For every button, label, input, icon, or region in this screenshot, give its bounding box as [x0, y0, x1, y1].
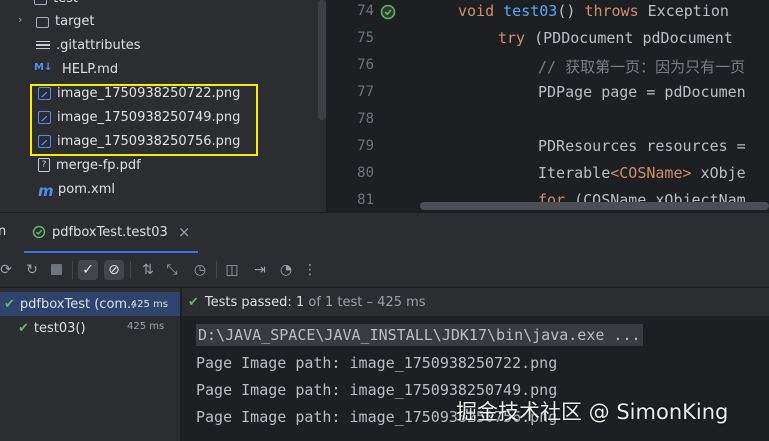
close-icon[interactable]: × [178, 223, 191, 241]
line-number: 75 [357, 30, 374, 46]
rerun-icon[interactable]: ⟳ [0, 260, 16, 280]
tree-item-label: HELP.md [62, 61, 119, 77]
test-node-test03[interactable]: ✔ test03() [18, 316, 86, 340]
stop-icon[interactable] [46, 260, 66, 280]
test-results-tree: ✔ pdfboxTest (com.: 425 ms ✔ test03() 42… [0, 288, 180, 441]
test-node-label: test03() [33, 320, 86, 336]
tree-scrollbar[interactable] [318, 0, 326, 120]
tree-item-help-md[interactable]: M↓ HELP.md [34, 57, 118, 81]
status-count: 1 [291, 294, 309, 310]
run-gutter-icon[interactable] [380, 4, 396, 20]
code-line-77: PDPage page = pdDocumen [538, 83, 746, 101]
test-status-bar: ✔ Tests passed: 1 of 1 test – 425 ms [182, 288, 769, 316]
status-label: Tests passed: [204, 294, 292, 310]
import-icon[interactable]: ⇥ [250, 260, 270, 280]
code-line-75: try (PDDocument pdDocument [498, 29, 733, 47]
tab-label: pdfboxTest.test03 [52, 224, 168, 240]
tree-item-gitattributes[interactable]: .gitattributes [36, 33, 141, 57]
tree-item-label: merge-fp.pdf [56, 157, 141, 173]
code-line-76: // 获取第一页：因为只有一页 [538, 58, 746, 76]
history-icon[interactable]: ◷ [190, 260, 210, 280]
test-node-time: 425 ms [130, 298, 168, 310]
text-file-icon [36, 38, 50, 52]
line-number: 81 [357, 192, 374, 208]
tree-item-label: .gitattributes [56, 37, 141, 53]
passed-icon: ✔ [4, 296, 15, 312]
sort-icon[interactable]: ⇅ [138, 260, 158, 280]
project-tree: test › target .gitattributes M↓ HELP.md … [0, 0, 326, 212]
tree-item-label: pom.xml [58, 181, 115, 197]
run-tool-window-tabs: n pdfboxTest.test03 × [0, 212, 769, 253]
tab-pdfboxtest-test03[interactable]: pdfboxTest.test03 × [24, 213, 199, 253]
pdf-file-icon: ? [38, 158, 50, 172]
folder-icon [34, 0, 47, 5]
tree-item-label: target [55, 13, 95, 29]
collapse-icon[interactable]: ⤡ [162, 260, 182, 280]
test-node-time: 425 ms [127, 321, 165, 332]
test-class-icon [32, 225, 46, 239]
line-number: 79 [357, 138, 374, 154]
line-number: 78 [357, 111, 374, 127]
test-node-label: pdfboxTest (com.: [19, 296, 136, 312]
tree-item-label: test [53, 0, 78, 6]
coverage-icon[interactable]: ◔ [276, 260, 296, 280]
console-output-line: Page Image path: image_1750938250722.png [196, 354, 558, 372]
maven-icon: m [38, 182, 54, 200]
side-label: n [0, 224, 7, 239]
passed-icon: ✔ [18, 320, 29, 336]
console-command-line[interactable]: D:\JAVA_SPACE\JAVA_INSTALL\JDK17\bin\jav… [196, 324, 643, 346]
chevron-right-icon[interactable]: › [18, 13, 22, 26]
line-number: 76 [357, 57, 374, 73]
markdown-icon: M↓ [34, 62, 53, 73]
rerun-failed-icon[interactable]: ↻ [22, 260, 42, 280]
line-number: 80 [357, 165, 374, 181]
code-line-74: void test03() throws Exception [458, 2, 729, 20]
passed-icon: ✔ [188, 294, 199, 310]
code-editor[interactable]: 74 75 76 77 78 79 80 81 void test03() th… [326, 0, 769, 212]
tree-item-merge-pdf[interactable]: ? merge-fp.pdf [38, 153, 141, 177]
show-ignored-icon[interactable]: ⊘ [104, 260, 124, 280]
line-number: 77 [357, 84, 374, 100]
screenshot-icon[interactable]: ◫ [222, 260, 242, 280]
editor-horizontal-scrollbar[interactable] [420, 202, 769, 210]
highlight-box [30, 84, 258, 156]
status-detail: of 1 test – 425 ms [308, 294, 426, 310]
test-node-root[interactable]: ✔ pdfboxTest (com.: 425 ms [4, 292, 178, 316]
tree-item-target[interactable]: target [36, 9, 95, 33]
show-passed-icon[interactable]: ✓ [78, 260, 98, 280]
code-line-79: PDResources resources = [538, 137, 746, 155]
more-icon[interactable]: ⋮ [300, 260, 320, 280]
run-toolbar: ⟳ ↻ ✓ ⊘ ⇅ ⤡ ◷ ◫ ⇥ ◔ ⋮ [0, 253, 769, 288]
code-line-80: Iterable<COSName> xObje [538, 164, 746, 182]
watermark: 掘金技术社区 @ SimonKing [456, 400, 729, 424]
tree-item-pom-xml[interactable]: m pom.xml [38, 177, 115, 201]
folder-icon [36, 16, 49, 28]
line-number: 74 [357, 3, 374, 19]
